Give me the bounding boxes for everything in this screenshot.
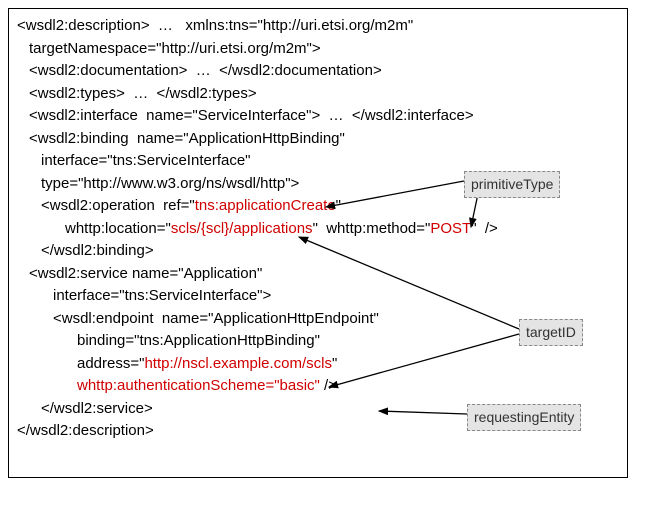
code-line: <wsdl2:service name="Application" xyxy=(17,263,619,286)
code-line: <wsdl2:description> … xmlns:tns="http://… xyxy=(17,15,619,38)
code-line: <wsdl2:types> … </wsdl2:types> xyxy=(17,83,619,106)
address-value: http://nscl.example.com/scls xyxy=(144,355,332,372)
code-line: <wsdl2:operation ref="tns:applicationCre… xyxy=(17,195,619,218)
code-line: whttp:authenticationScheme="basic" /> xyxy=(17,375,619,398)
label-requesting-entity: requestingEntity xyxy=(467,404,581,431)
code-line: </wsdl2:binding> xyxy=(17,240,619,263)
code-line: interface="tns:ServiceInterface" xyxy=(17,150,619,173)
label-primitive-type: primitiveType xyxy=(464,171,560,198)
auth-scheme-value: whttp:authenticationScheme="basic" xyxy=(77,377,320,394)
code-line: whttp:location="scls/{scl}/applications"… xyxy=(17,218,619,241)
method-value: POST xyxy=(430,220,471,237)
code-line: targetNamespace="http://uri.etsi.org/m2m… xyxy=(17,38,619,61)
label-target-id: targetID xyxy=(519,319,583,346)
code-line: <wsdl2:interface name="ServiceInterface"… xyxy=(17,105,619,128)
code-line: <wsdl2:binding name="ApplicationHttpBind… xyxy=(17,128,619,151)
code-line: interface="tns:ServiceInterface"> xyxy=(17,285,619,308)
location-value: scls/{scl}/applications xyxy=(171,220,313,237)
primitive-value: tns:applicationCreate xyxy=(195,197,336,214)
code-line: address="http://nscl.example.com/scls" xyxy=(17,353,619,376)
code-line: <wsdl2:documentation> … </wsdl2:document… xyxy=(17,60,619,83)
wsdl-snippet-diagram: <wsdl2:description> … xmlns:tns="http://… xyxy=(8,8,628,478)
